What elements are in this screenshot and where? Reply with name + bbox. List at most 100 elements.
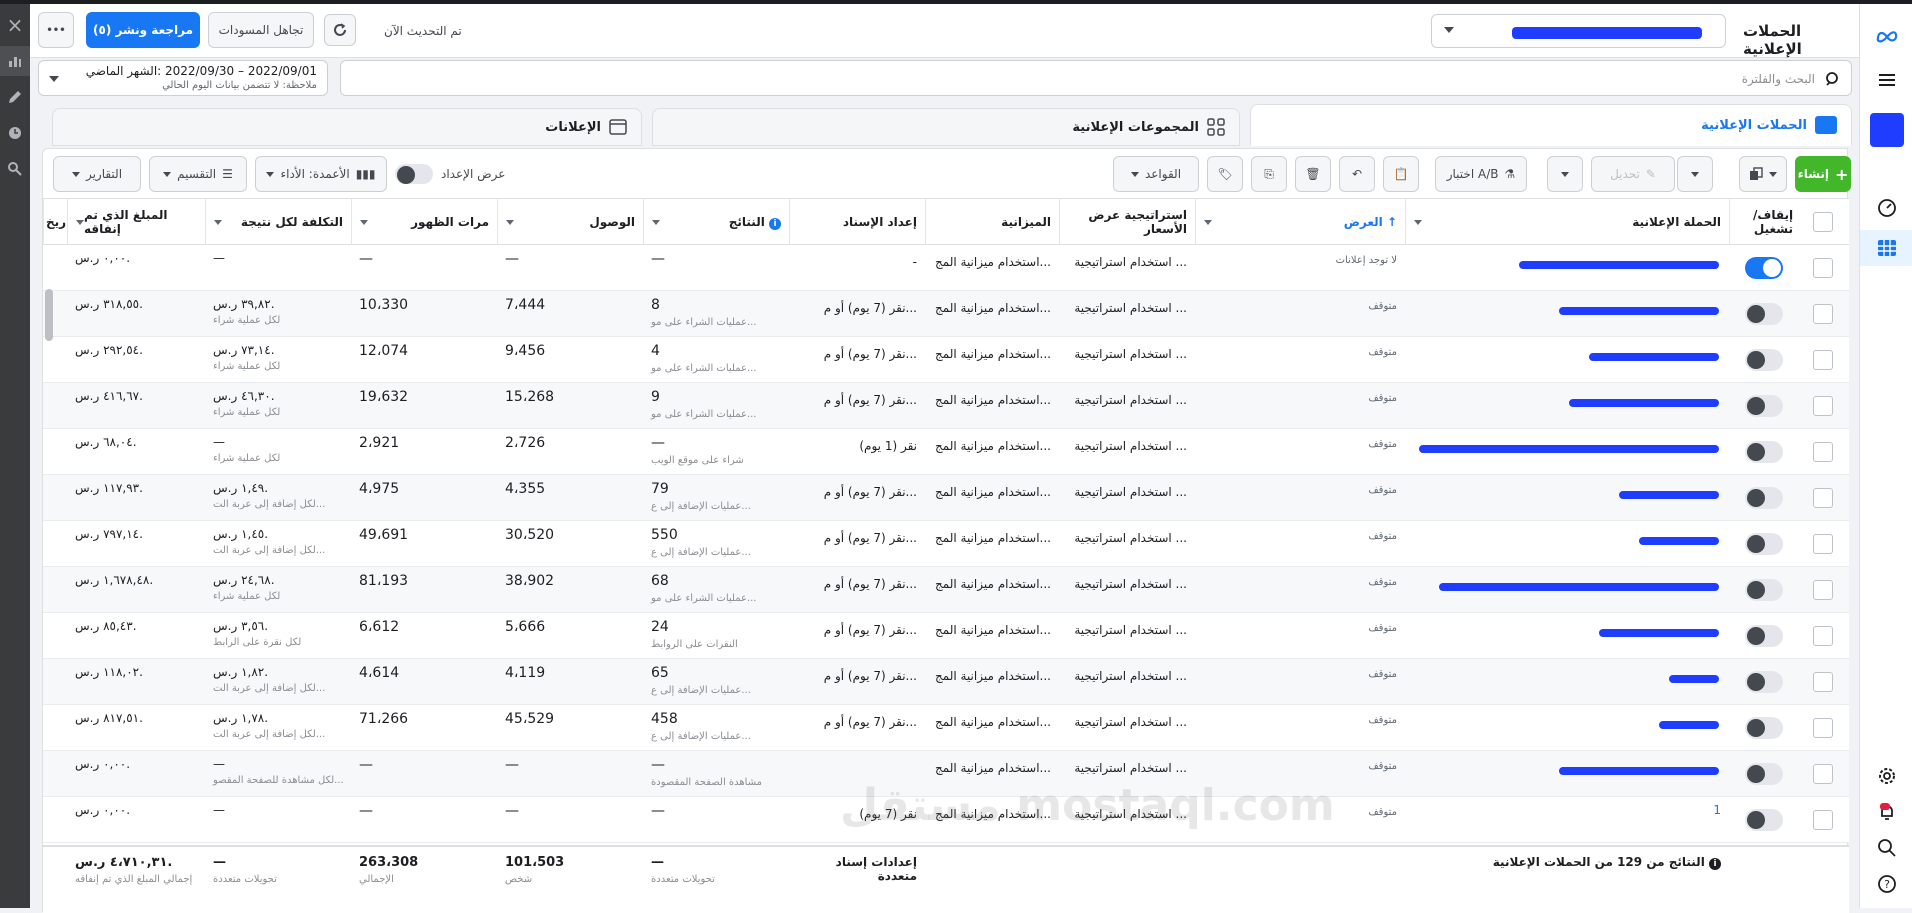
campaign-toggle-switch[interactable] (1745, 579, 1783, 601)
budget-cell: استخدام ميزانية المج... (935, 669, 1051, 683)
refresh-button[interactable] (324, 14, 356, 46)
col-budget[interactable]: الميزانية (925, 199, 1059, 245)
table-row[interactable]: متوقف استخدام استراتيجية ... استخدام ميزان… (43, 383, 1849, 429)
create-button[interactable]: إنشاء + (1795, 156, 1851, 192)
gauge-icon[interactable] (1860, 190, 1912, 226)
table-grid-icon[interactable] (1860, 230, 1912, 266)
row-checkbox[interactable] (1813, 534, 1833, 554)
settings-gear-icon[interactable] (1860, 758, 1912, 794)
row-checkbox[interactable] (1813, 304, 1833, 324)
row-checkbox[interactable] (1813, 672, 1833, 692)
campaign-toggle-switch[interactable] (1745, 763, 1783, 785)
chart-icon[interactable] (0, 46, 30, 76)
close-icon[interactable]: × (0, 10, 30, 40)
table-row[interactable]: متوقف استخدام استراتيجية ... استخدام ميزان… (43, 567, 1849, 613)
row-checkbox[interactable] (1813, 350, 1833, 370)
review-publish-button[interactable]: مراجعة ونشر (٥) (86, 12, 200, 48)
row-checkbox[interactable] (1813, 580, 1833, 600)
campaign-toggle-switch[interactable] (1745, 303, 1783, 325)
search-icon[interactable] (1860, 830, 1912, 866)
table-row[interactable]: متوقف استخدام استراتيجية ... استخدام ميزان… (43, 337, 1849, 383)
select-all-checkbox[interactable] (1813, 212, 1833, 232)
rules-button[interactable]: القواعد (1113, 156, 1199, 192)
campaign-toggle-switch[interactable] (1745, 671, 1783, 693)
campaign-toggle-switch[interactable] (1745, 717, 1783, 739)
meta-logo-icon[interactable] (1860, 18, 1912, 54)
campaign-toggle-switch[interactable] (1745, 349, 1783, 371)
col-cost-per-result[interactable]: التكلفة لكل نتيجة (205, 199, 351, 245)
campaign-name-cell[interactable]: 1 (1405, 797, 1729, 843)
row-checkbox[interactable] (1813, 442, 1833, 462)
pencil-icon[interactable] (0, 82, 30, 112)
edit-button[interactable]: تحديل ✎ (1591, 156, 1675, 192)
col-date[interactable]: تاريخ (43, 199, 67, 245)
undo-button[interactable]: ↶ (1339, 156, 1375, 192)
tab-ads[interactable]: الإعلانات (52, 108, 642, 146)
col-results[interactable]: النتائج i (643, 199, 789, 245)
col-delivery[interactable]: العرض ↑ (1195, 199, 1405, 245)
campaign-name[interactable]: 1 (1713, 803, 1721, 817)
table-row[interactable]: متوقف استخدام استراتيجية ... استخدام ميزان… (43, 613, 1849, 659)
tab-campaigns[interactable]: الحملات الإعلانية (1250, 104, 1852, 146)
amount-spent-cell: ٠,٠٠ ر.س. (75, 757, 131, 771)
table-row[interactable]: لا توجد إعلانات استخدام استراتيجية ... است… (43, 245, 1849, 291)
view-setup-switch[interactable] (395, 164, 433, 184)
columns-button[interactable]: الأعمدة: الأداء ▮▮▮ (255, 156, 387, 192)
breakdown-button[interactable]: التقسيم ☰ (149, 156, 247, 192)
table-row[interactable]: متوقف استخدام استراتيجية ... استخدام ميزان… (43, 705, 1849, 751)
row-checkbox[interactable] (1813, 258, 1833, 278)
col-toggle[interactable]: إيقاف/ تشغيل (1729, 199, 1801, 245)
row-checkbox[interactable] (1813, 626, 1833, 646)
tab-adsets[interactable]: المجموعات الإعلانية (652, 108, 1240, 146)
edit-more-button[interactable] (1547, 156, 1583, 192)
cell-value: — (651, 435, 665, 451)
horizontal-scrollbar-thumb[interactable] (45, 289, 53, 341)
col-reach[interactable]: الوصول (497, 199, 643, 245)
col-amount-spent[interactable]: المبلغ الذي تم إنفاقه (67, 199, 205, 245)
notifications-bell-icon[interactable] (1860, 794, 1912, 830)
row-checkbox[interactable] (1813, 764, 1833, 784)
row-checkbox[interactable] (1813, 810, 1833, 830)
campaign-toggle-switch[interactable] (1745, 809, 1783, 831)
row-checkbox[interactable] (1813, 718, 1833, 738)
col-bid-strategy[interactable]: استراتيجية عرض الأسعار (1059, 199, 1195, 245)
amount-spent-cell: ٨٥,٤٣ ر.س. (75, 619, 137, 633)
table-row[interactable]: متوقف استخدام استراتيجية ... استخدام ميزان… (43, 291, 1849, 337)
more-button[interactable]: ••• (38, 12, 74, 48)
bid-strategy-cell: استخدام استراتيجية ... (1074, 577, 1187, 591)
date-range-picker[interactable]: 2022/09/01 – 2022/09/30 :الشهر الماضي مل… (38, 60, 328, 96)
campaign-toggle-switch[interactable] (1745, 487, 1783, 509)
col-impressions[interactable]: مرات الظهور (351, 199, 497, 245)
search-filter-input[interactable]: البحث والفلترة (340, 60, 1852, 96)
campaign-toggle-switch[interactable] (1745, 533, 1783, 555)
campaign-toggle-switch[interactable] (1745, 625, 1783, 647)
campaign-toggle-switch[interactable] (1745, 441, 1783, 463)
col-attribution[interactable]: إعداد الإسناد (789, 199, 925, 245)
preview-button[interactable]: ⎘ (1251, 156, 1287, 192)
ignore-drafts-button[interactable]: تجاهل المسودات (208, 12, 314, 48)
row-checkbox[interactable] (1813, 396, 1833, 416)
row-checkbox[interactable] (1813, 488, 1833, 508)
table-row[interactable]: متوقف استخدام استراتيجية ... استخدام ميزان… (43, 659, 1849, 705)
tag-button[interactable]: 🏷 (1207, 156, 1243, 192)
help-icon[interactable]: ? (1860, 866, 1912, 902)
magnify-list-icon[interactable] (0, 154, 30, 184)
avatar[interactable] (1860, 110, 1912, 150)
table-row[interactable]: متوقف استخدام استراتيجية ... استخدام ميزان… (43, 521, 1849, 567)
ab-test-button[interactable]: اختبار A/B ⚗ (1435, 156, 1527, 192)
edit-dropdown-button[interactable] (1677, 156, 1713, 192)
view-setup-toggle[interactable]: عرض الإعداد (395, 164, 505, 184)
menu-icon[interactable] (1860, 62, 1912, 98)
clipboard-button[interactable]: 📋 (1383, 156, 1419, 192)
reports-button[interactable]: التقارير (53, 156, 141, 192)
duplicate-button[interactable] (1739, 156, 1787, 192)
clock-icon[interactable] (0, 118, 30, 148)
delete-button[interactable]: 🗑 (1295, 156, 1331, 192)
account-selector[interactable] (1431, 14, 1726, 48)
table-row[interactable]: متوقف استخدام استراتيجية ... استخدام ميزان… (43, 429, 1849, 475)
campaign-toggle-switch[interactable] (1745, 257, 1783, 279)
attribution-cell: نقر (7 يوم) أو م... (823, 669, 917, 683)
campaign-toggle-switch[interactable] (1745, 395, 1783, 417)
table-row[interactable]: متوقف استخدام استراتيجية ... استخدام ميزان… (43, 475, 1849, 521)
col-campaign[interactable]: الحملة الإعلانية (1405, 199, 1729, 245)
